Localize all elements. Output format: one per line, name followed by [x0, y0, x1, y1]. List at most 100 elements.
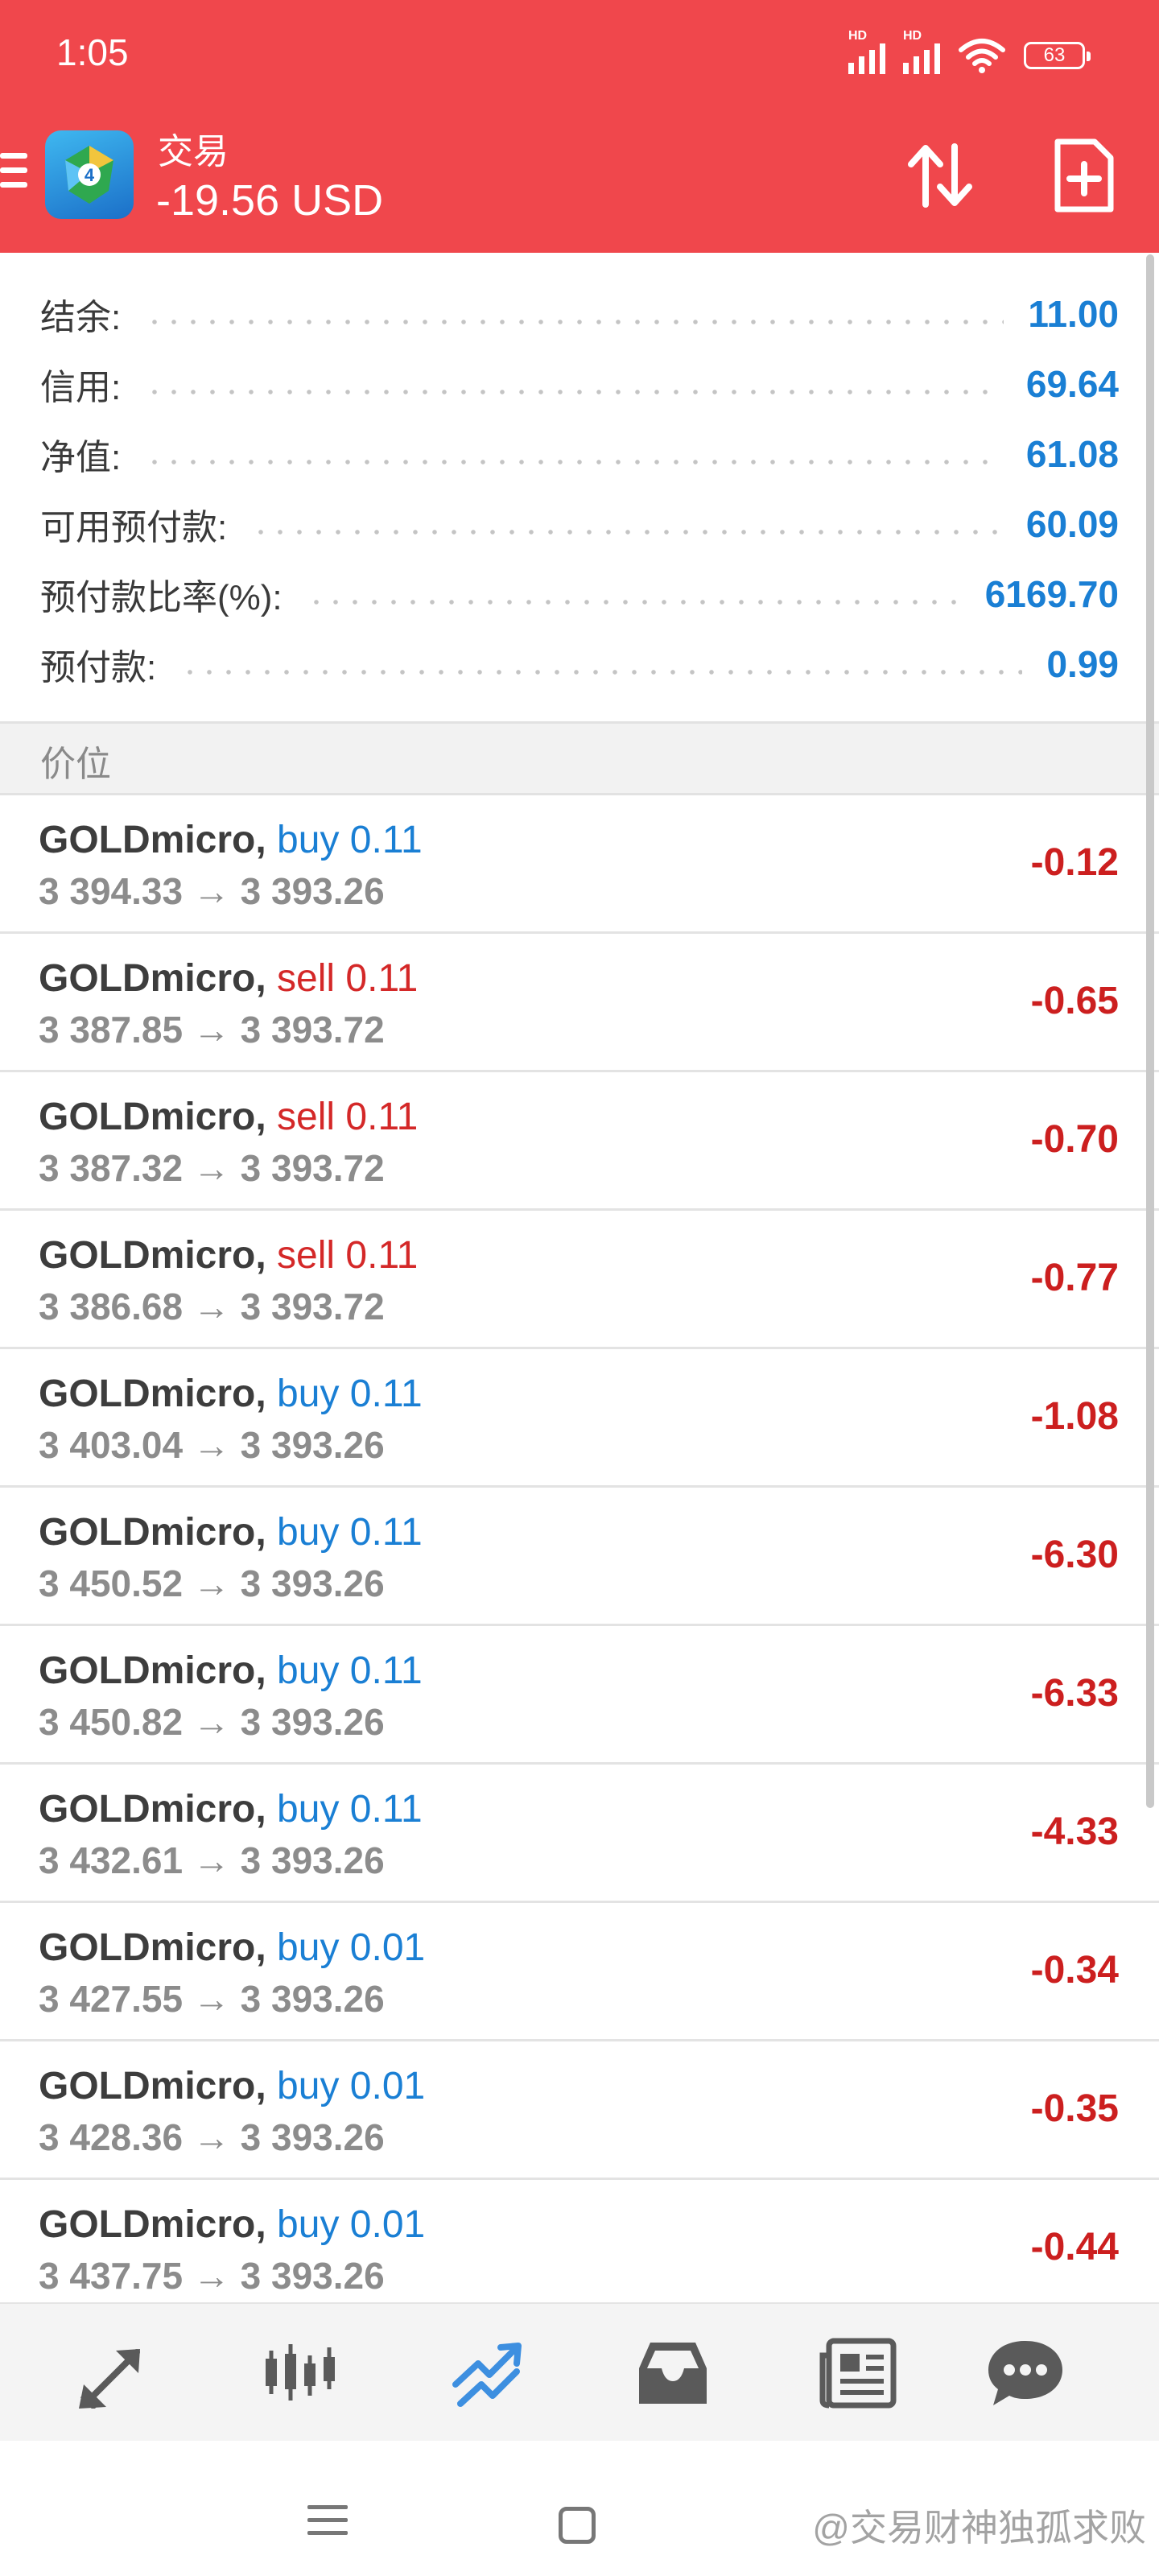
- position-volume: 0.11: [349, 819, 423, 861]
- position-row[interactable]: GOLDmicro, buy 0.11 3 394.33 → 3 393.26 …: [0, 795, 1159, 934]
- leader-dots: [145, 389, 1002, 394]
- arrow-icon: →: [192, 2255, 230, 2297]
- new-order-icon: [1054, 138, 1114, 213]
- position-row[interactable]: GOLDmicro, buy 0.11 3 403.04 → 3 393.26 …: [0, 1349, 1159, 1488]
- arrow-icon: →: [192, 1147, 230, 1189]
- nav-trade[interactable]: [448, 2336, 528, 2409]
- account-summary: 结余: 11.00 信用: 69.64 净值: 61.08 可用预付款: 60.…: [0, 253, 1159, 721]
- summary-row-margin: 预付款: 0.99: [40, 629, 1119, 699]
- news-icon: [819, 2338, 897, 2409]
- position-profit: -6.30: [1030, 1534, 1119, 1576]
- summary-label: 净值:: [40, 437, 122, 477]
- arrow-icon: →: [192, 1424, 230, 1466]
- position-volume: 0.11: [345, 957, 419, 1000]
- open-price: 3 387.32: [39, 1147, 184, 1189]
- position-symbol: GOLDmicro: [39, 1649, 256, 1692]
- header-balance: -19.56 USD: [156, 176, 384, 225]
- summary-value: 61.08: [1025, 432, 1119, 475]
- position-row[interactable]: GOLDmicro, sell 0.11 3 386.68 → 3 393.72…: [0, 1211, 1159, 1349]
- open-price: 3 386.68: [39, 1286, 184, 1327]
- home-button[interactable]: [559, 2507, 596, 2544]
- position-volume: 0.01: [349, 1926, 426, 1969]
- current-price: 3 393.26: [240, 1978, 385, 2020]
- scrollbar[interactable]: [1146, 254, 1154, 1808]
- position-symbol: GOLDmicro: [39, 1511, 256, 1554]
- section-title: 价位: [40, 745, 111, 784]
- position-symbol: GOLDmicro: [39, 1373, 256, 1415]
- position-profit: -0.70: [1030, 1118, 1119, 1161]
- nav-news[interactable]: [818, 2336, 898, 2409]
- arrow-icon: →: [192, 1978, 230, 2020]
- summary-value: 0.99: [1046, 642, 1119, 685]
- position-row[interactable]: GOLDmicro, buy 0.01 3 427.55 → 3 393.26 …: [0, 1903, 1159, 2041]
- app-logo[interactable]: 4: [45, 130, 134, 219]
- open-price: 3 450.52: [39, 1563, 184, 1604]
- position-profit: -0.44: [1030, 2226, 1119, 2268]
- position-row[interactable]: GOLDmicro, buy 0.11 3 450.82 → 3 393.26 …: [0, 1626, 1159, 1765]
- current-price: 3 393.26: [240, 1424, 385, 1466]
- menu-icon[interactable]: [0, 153, 27, 193]
- status-icons: HD HD 63: [848, 29, 1091, 74]
- position-row[interactable]: GOLDmicro, buy 0.01 3 428.36 → 3 393.26 …: [0, 2041, 1159, 2180]
- arrow-icon: →: [192, 1839, 230, 1881]
- summary-label: 信用:: [40, 367, 122, 407]
- quotes-icon: [79, 2349, 140, 2411]
- position-profit: -0.12: [1030, 841, 1119, 884]
- position-row[interactable]: GOLDmicro, sell 0.11 3 387.32 → 3 393.72…: [0, 1072, 1159, 1211]
- signal-icon: HD: [903, 29, 940, 74]
- chart-icon: [266, 2344, 335, 2401]
- position-volume: 0.01: [349, 2203, 426, 2246]
- position-symbol: GOLDmicro: [39, 1234, 256, 1277]
- current-price: 3 393.72: [240, 1009, 385, 1051]
- position-side: buy: [277, 1788, 340, 1831]
- positions-section-header[interactable]: 价位: [0, 721, 1159, 795]
- summary-row-free-margin: 可用预付款: 60.09: [40, 489, 1119, 559]
- recent-apps-button[interactable]: [307, 2505, 348, 2544]
- arrow-icon: →: [192, 1563, 230, 1604]
- position-symbol: GOLDmicro: [39, 2203, 256, 2246]
- current-price: 3 393.26: [240, 870, 385, 912]
- position-row[interactable]: GOLDmicro, buy 0.11 3 432.61 → 3 393.26 …: [0, 1765, 1159, 1903]
- position-side: buy: [277, 2203, 340, 2246]
- wifi-icon: [958, 37, 1006, 74]
- position-row[interactable]: GOLDmicro, sell 0.11 3 387.85 → 3 393.72…: [0, 934, 1159, 1072]
- page-title: 交易: [158, 132, 229, 171]
- position-profit: -0.34: [1030, 1949, 1119, 1992]
- leader-dots: [306, 599, 961, 605]
- position-side: buy: [277, 1373, 340, 1415]
- arrow-icon: →: [192, 2116, 230, 2158]
- current-price: 3 393.26: [240, 1563, 385, 1604]
- current-price: 3 393.26: [240, 2116, 385, 2158]
- battery-icon: 63: [1024, 42, 1091, 69]
- summary-label: 预付款:: [40, 647, 157, 687]
- position-row[interactable]: GOLDmicro, buy 0.01 3 437.75 → 3 393.26 …: [0, 2180, 1159, 2302]
- nav-quotes[interactable]: [74, 2336, 155, 2411]
- position-profit: -6.33: [1030, 1672, 1119, 1715]
- watermark: @交易财神独孤求败: [812, 2507, 1146, 2549]
- position-volume: 0.11: [345, 1234, 419, 1277]
- position-profit: -1.08: [1030, 1395, 1119, 1438]
- summary-row-margin-level: 预付款比率(%): 6169.70: [40, 559, 1119, 629]
- sort-button[interactable]: [903, 138, 977, 213]
- position-symbol: GOLDmicro: [39, 2065, 256, 2107]
- nav-chart[interactable]: [259, 2336, 340, 2409]
- position-volume: 0.11: [349, 1788, 423, 1831]
- position-volume: 0.11: [349, 1511, 423, 1554]
- position-volume: 0.11: [349, 1649, 423, 1692]
- position-side: buy: [277, 1511, 340, 1554]
- position-side: sell: [277, 1096, 336, 1138]
- position-profit: -0.35: [1030, 2087, 1119, 2130]
- position-symbol: GOLDmicro: [39, 1926, 256, 1969]
- position-symbol: GOLDmicro: [39, 1788, 256, 1831]
- sort-icon: [908, 145, 943, 208]
- new-order-button[interactable]: [1050, 137, 1117, 214]
- nav-messages[interactable]: [985, 2336, 1066, 2409]
- open-price: 3 403.04: [39, 1424, 184, 1466]
- position-volume: 0.01: [349, 2065, 426, 2107]
- leader-dots: [145, 319, 1004, 324]
- arrow-icon: →: [192, 1009, 230, 1051]
- arrow-icon: →: [192, 1286, 230, 1327]
- bottom-nav: [0, 2302, 1159, 2441]
- position-row[interactable]: GOLDmicro, buy 0.11 3 450.52 → 3 393.26 …: [0, 1488, 1159, 1626]
- nav-history[interactable]: [633, 2336, 713, 2409]
